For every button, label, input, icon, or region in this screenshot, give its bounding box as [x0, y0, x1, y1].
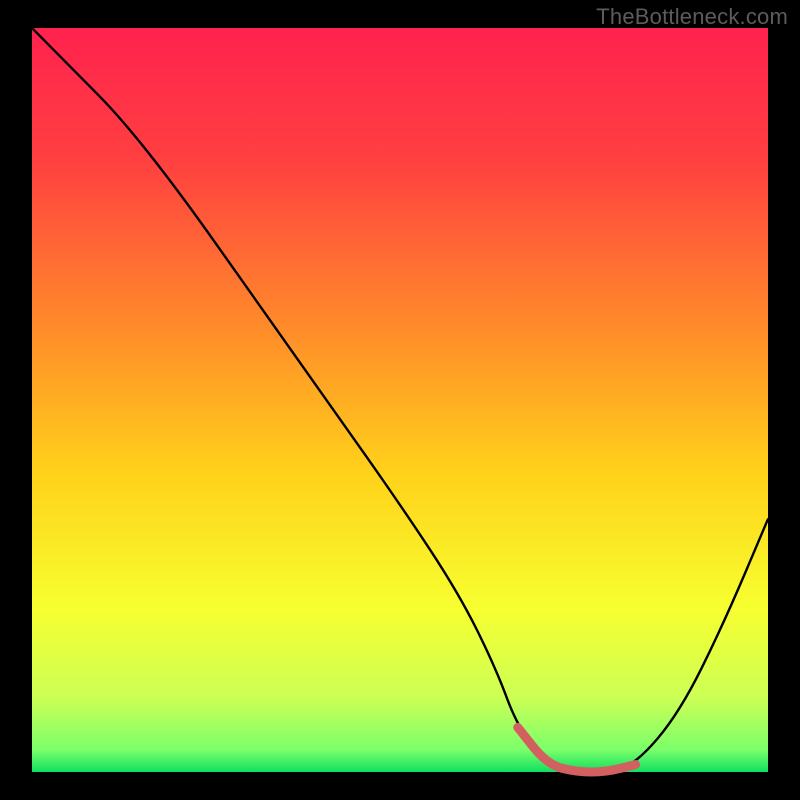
- chart-plot-area: [32, 28, 768, 772]
- chart-canvas: [0, 0, 800, 800]
- watermark-text: TheBottleneck.com: [596, 4, 788, 30]
